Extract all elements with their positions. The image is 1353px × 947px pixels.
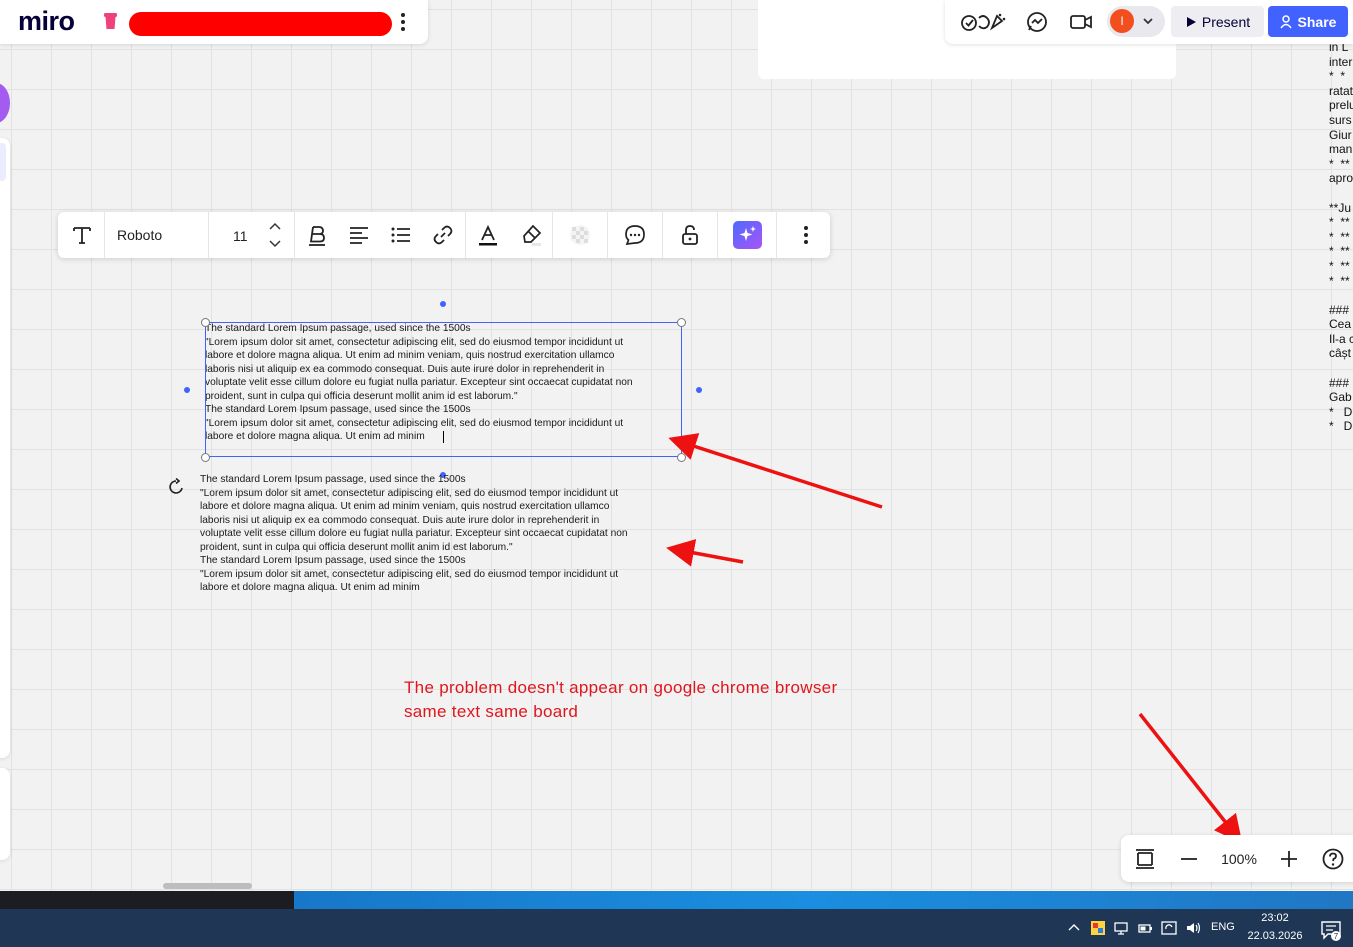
arrow-3[interactable] bbox=[1138, 712, 1243, 844]
clock-date[interactable]: 22.03.2026 bbox=[1245, 930, 1305, 942]
zoom-out-icon[interactable] bbox=[1177, 847, 1201, 871]
zoom-in-icon[interactable] bbox=[1277, 847, 1301, 871]
arrow-2[interactable] bbox=[666, 539, 744, 567]
notifications-icon[interactable]: 7 bbox=[1320, 919, 1342, 941]
annotation-arrows bbox=[666, 433, 1243, 844]
board-canvas[interactable]: in L inter * * ratat prelu surs Giur man… bbox=[0, 0, 1353, 891]
network-icon[interactable] bbox=[1114, 920, 1130, 936]
arrow-1[interactable] bbox=[668, 433, 883, 509]
battery-icon[interactable] bbox=[1137, 920, 1153, 936]
notification-count: 7 bbox=[1334, 932, 1339, 941]
input-language[interactable]: ENG bbox=[1211, 921, 1235, 933]
volume-icon[interactable] bbox=[1185, 920, 1201, 936]
horizontal-scrollbar[interactable] bbox=[163, 883, 252, 889]
fit-to-screen-icon[interactable] bbox=[1133, 847, 1157, 871]
clock-time[interactable]: 23:02 bbox=[1245, 912, 1305, 924]
sync-icon[interactable] bbox=[1161, 920, 1177, 936]
zoom-level[interactable]: 100% bbox=[1212, 851, 1266, 867]
browser-bottom-strip bbox=[0, 891, 1353, 909]
app-tray-icon[interactable] bbox=[1090, 920, 1106, 936]
help-icon[interactable] bbox=[1321, 847, 1345, 871]
chevron-up-icon[interactable] bbox=[1066, 920, 1082, 936]
os-taskbar: ENG 23:02 22.03.2026 7 bbox=[0, 909, 1353, 947]
